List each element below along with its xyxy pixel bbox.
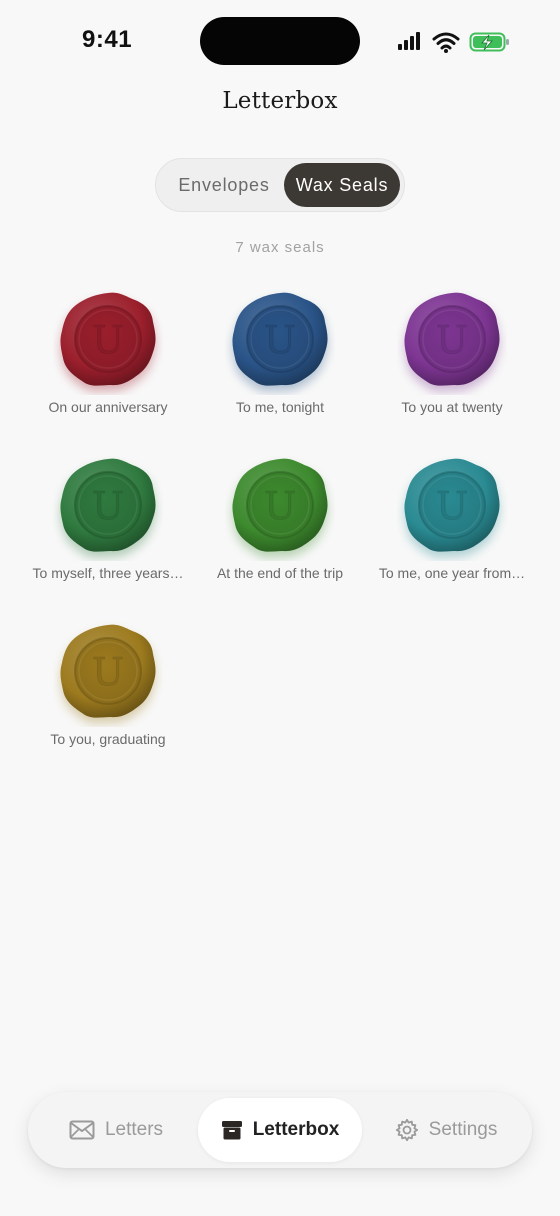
archive-box-icon <box>221 1119 243 1141</box>
seal-item[interactable]: U On our anniversary <box>18 285 198 435</box>
gear-icon <box>395 1118 419 1142</box>
tab-letterbox-label: Letterbox <box>252 1119 340 1140</box>
wax-seal-icon: U <box>232 458 328 558</box>
seal-item[interactable]: U To me, one year from… <box>362 451 542 601</box>
wax-seal-icon: U <box>232 292 328 392</box>
wax-seal-icon: U <box>60 292 156 392</box>
status-icons <box>398 32 509 53</box>
seal-item[interactable]: U To me, tonight <box>190 285 370 435</box>
cellular-signal-icon <box>398 32 420 50</box>
seal-item[interactable]: U To you at twenty <box>362 285 542 435</box>
segment-envelopes[interactable]: Envelopes <box>162 163 286 207</box>
seal-label: To myself, three years… <box>32 565 184 581</box>
seal-label: On our anniversary <box>48 399 168 415</box>
tab-letterbox[interactable]: Letterbox <box>198 1098 362 1162</box>
envelope-icon <box>69 1120 95 1140</box>
seal-label: At the end of the trip <box>216 565 344 581</box>
status-time: 9:41 <box>82 26 133 53</box>
svg-text:U: U <box>436 318 468 362</box>
tab-settings-label: Settings <box>428 1119 498 1140</box>
page-title: Letterbox <box>222 88 338 114</box>
seal-label: To you, graduating <box>50 731 166 747</box>
dynamic-island <box>200 17 360 65</box>
svg-text:U: U <box>92 318 124 362</box>
wax-seal-icon: U <box>60 458 156 558</box>
wax-seal-icon: U <box>404 292 500 392</box>
seal-item[interactable]: U To you, graduating <box>18 617 198 767</box>
svg-text:U: U <box>264 318 296 362</box>
seal-count: 7 wax seals <box>235 239 325 256</box>
svg-text:U: U <box>92 484 124 528</box>
svg-text:U: U <box>436 484 468 528</box>
svg-text:U: U <box>92 650 124 694</box>
seal-item[interactable]: U To myself, three years… <box>18 451 198 601</box>
segment-wax-seals[interactable]: Wax Seals <box>284 163 400 207</box>
seal-label: To me, one year from… <box>378 565 526 581</box>
tab-letters-label: Letters <box>104 1119 164 1140</box>
seal-label: To me, tonight <box>236 399 324 415</box>
svg-text:U: U <box>264 484 296 528</box>
wifi-icon <box>432 32 460 53</box>
seal-label: To you at twenty <box>401 399 503 415</box>
wax-seal-icon: U <box>404 458 500 558</box>
tab-letters[interactable]: Letters <box>56 1098 176 1162</box>
status-bar: 9:41 <box>0 0 560 86</box>
tab-settings[interactable]: Settings <box>378 1098 514 1162</box>
segmented-control: Envelopes Wax Seals <box>155 158 405 212</box>
seal-item[interactable]: U At the end of the trip <box>190 451 370 601</box>
battery-charging-icon <box>469 32 509 52</box>
wax-seal-icon: U <box>60 624 156 724</box>
tab-bar: Letters Letterbox Settings <box>28 1092 532 1168</box>
